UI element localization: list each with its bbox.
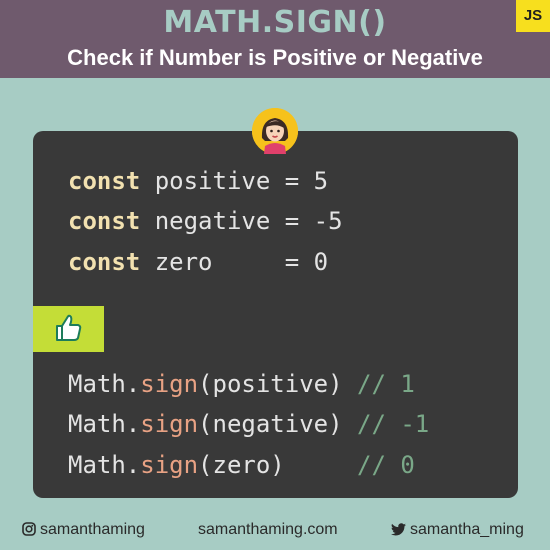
code-operator: = xyxy=(284,248,300,276)
code-argument: (positive) xyxy=(198,370,343,398)
code-method: sign xyxy=(140,410,199,438)
code-comment: // -1 xyxy=(357,410,430,438)
avatar-icon xyxy=(252,108,298,154)
code-keyword: const xyxy=(68,207,141,235)
code-variable: zero xyxy=(154,248,213,276)
footer-twitter-handle: samantha_ming xyxy=(410,521,524,538)
header-banner: MATH.SIGN() Check if Number is Positive … xyxy=(0,0,550,78)
code-object: Math. xyxy=(68,451,141,479)
code-spacing xyxy=(270,207,284,235)
code-line: Math.sign(zero) // 0 xyxy=(68,450,415,480)
code-operator: = xyxy=(284,167,300,195)
code-spacing xyxy=(343,370,357,398)
code-spacing xyxy=(213,248,285,276)
code-variable: positive xyxy=(154,167,271,195)
twitter-icon xyxy=(391,523,406,536)
code-keyword: const xyxy=(68,167,141,195)
code-comment: // 0 xyxy=(357,451,415,479)
code-variable: negative xyxy=(154,207,271,235)
code-keyword: const xyxy=(68,248,141,276)
code-spacing xyxy=(343,410,357,438)
code-line: Math.sign(negative) // -1 xyxy=(68,409,429,439)
code-operator: = xyxy=(284,207,300,235)
page-title: MATH.SIGN() xyxy=(163,5,387,40)
instagram-icon xyxy=(22,522,36,536)
code-line: const zero = 0 xyxy=(68,247,328,277)
footer-instagram-handle: samanthaming xyxy=(40,521,145,538)
footer: samanthaming samanthaming.com samantha_m… xyxy=(0,519,550,541)
code-line: const positive = 5 xyxy=(68,166,328,196)
code-line: const negative = -5 xyxy=(68,206,343,236)
footer-website-link[interactable]: samanthaming.com xyxy=(198,519,338,541)
thumbs-up-icon xyxy=(56,314,82,341)
js-badge: JS xyxy=(516,0,550,32)
code-spacing xyxy=(270,167,284,195)
code-value: -5 xyxy=(313,207,343,235)
code-comment: // 1 xyxy=(357,370,415,398)
code-value: 5 xyxy=(313,167,329,195)
thumbs-up-badge xyxy=(33,306,104,352)
code-value: 0 xyxy=(313,248,329,276)
code-object: Math. xyxy=(68,370,141,398)
code-method: sign xyxy=(140,451,199,479)
code-argument: (zero) xyxy=(198,451,285,479)
footer-instagram-link[interactable]: samanthaming xyxy=(22,519,145,541)
code-spacing xyxy=(285,451,357,479)
code-argument: (negative) xyxy=(198,410,343,438)
code-object: Math. xyxy=(68,410,141,438)
code-line: Math.sign(positive) // 1 xyxy=(68,369,415,399)
code-method: sign xyxy=(140,370,199,398)
page-subtitle: Check if Number is Positive or Negative xyxy=(67,45,483,70)
footer-twitter-link[interactable]: samantha_ming xyxy=(391,519,524,541)
